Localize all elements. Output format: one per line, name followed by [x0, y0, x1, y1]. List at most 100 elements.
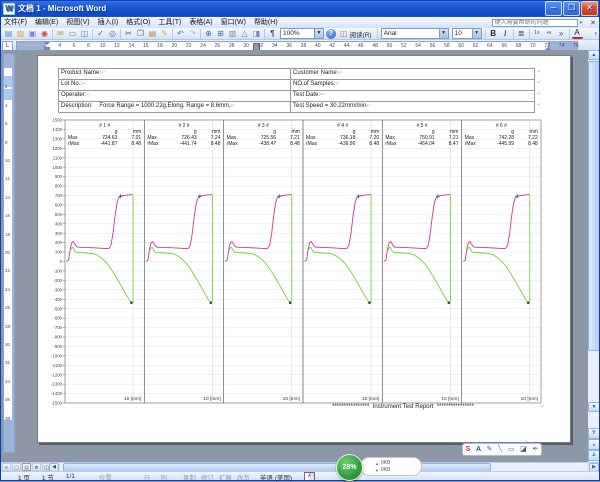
font-size-combobox[interactable]: 10 ▼	[452, 28, 482, 39]
menu-item-insert[interactable]: 插入(I)	[94, 17, 123, 28]
close-button[interactable]: ✕	[581, 1, 598, 16]
document-map-icon[interactable]: ◨	[251, 28, 262, 39]
table-cell-left[interactable]: Description: Force Range = 1000.22g,Elon…	[58, 102, 290, 112]
indent-icon[interactable]: »	[556, 28, 567, 39]
stamp-s-icon[interactable]: S	[466, 445, 471, 454]
eraser-icon[interactable]: ◪	[520, 445, 527, 454]
vruler-number: 16	[5, 213, 10, 218]
next-page-icon[interactable]: ⇊	[588, 450, 600, 461]
usage-percent-badge[interactable]: 28%	[336, 454, 363, 481]
ext-toggle[interactable]: 扩展	[219, 472, 232, 482]
line-icon[interactable]: ╲	[498, 445, 502, 454]
trk-toggle[interactable]: 修订	[201, 472, 214, 482]
chevron-down-icon[interactable]: ▼	[472, 29, 481, 38]
vertical-scroll-thumb[interactable]	[588, 61, 600, 351]
bold-icon[interactable]: B	[488, 28, 499, 39]
svg-text:8.47: 8.47	[449, 141, 459, 147]
menu-item-file[interactable]: 文件(F)	[0, 17, 31, 28]
table-cell-left[interactable]: Lot No.:↵	[58, 80, 290, 90]
table-cell-left[interactable]: Operater:↵	[58, 91, 290, 101]
help-question-input[interactable]	[492, 19, 578, 27]
save-icon[interactable]: ▣	[27, 28, 38, 39]
menu-item-window[interactable]: 窗口(W)	[217, 17, 250, 28]
test-curves-chart[interactable]: 1500140013001200110010009008007006005004…	[38, 112, 544, 413]
align-icon[interactable]: ≣	[516, 28, 527, 39]
numbered-list-icon[interactable]: 1≡	[532, 28, 543, 39]
reading-mode-button[interactable]: ◫ 阅读(R)	[337, 28, 375, 39]
menu-item-tools[interactable]: 工具(T)	[154, 17, 185, 28]
spelling-icon[interactable]: ✓	[95, 28, 106, 39]
undo-icon[interactable]: ↶	[175, 28, 186, 39]
chevron-down-icon[interactable]: ▼	[439, 29, 448, 38]
copy-icon[interactable]: ❐	[135, 28, 146, 39]
table-cell-right[interactable]: Test Speed = 30.22mm/min↵	[290, 102, 535, 112]
svg-text:800: 800	[55, 184, 63, 189]
network-monitor-overlay[interactable]: ▲ 0KB ▼ 0KB 28%	[336, 454, 432, 481]
research-icon[interactable]: ◎	[107, 28, 118, 39]
font-color-icon[interactable]: A	[572, 28, 583, 39]
document-close-icon[interactable]: ✕	[584, 19, 600, 27]
hyperlink-icon[interactable]: ⊕	[203, 28, 214, 39]
document-page[interactable]: Product Name:↵Customer Name:↵Lot No.:↵NO…	[37, 55, 571, 443]
view-button-print-layout-view[interactable]: ▤	[22, 463, 31, 471]
bullet-list-icon[interactable]: •≡	[544, 28, 555, 39]
vruler-number: 38	[5, 416, 10, 421]
scroll-down-icon[interactable]: ▼	[588, 402, 600, 412]
permission-icon[interactable]: ◉	[39, 28, 50, 39]
svg-text:# 6 #: # 6 #	[496, 123, 507, 129]
window-title: 文档 1 - Microsoft Word	[18, 3, 106, 14]
view-button-web-layout-view[interactable]: ▢	[12, 463, 21, 471]
paste-icon[interactable]: ▤	[147, 28, 158, 39]
ink-pen-icon[interactable]: ✒	[532, 445, 538, 454]
select-browse-object-icon[interactable]: ●	[588, 439, 600, 450]
cut-icon[interactable]: ✂	[123, 28, 134, 39]
ovr-toggle[interactable]: 改写	[237, 472, 250, 482]
new-document-icon[interactable]: ▤	[3, 28, 14, 39]
font-name-combobox[interactable]: Arial ▼	[381, 28, 449, 39]
table-cell-left[interactable]: Product Name:↵	[58, 69, 290, 79]
ruler-number: 48	[372, 43, 378, 49]
spelling-status-icon[interactable]: ✗	[304, 472, 315, 481]
ruler-number: 60	[458, 43, 464, 49]
menu-item-table[interactable]: 表格(A)	[185, 17, 216, 28]
report-footer-text[interactable]: **************** Instrument Test Report …	[283, 404, 523, 410]
show-marks-icon[interactable]: ¶	[267, 28, 278, 39]
redo-icon[interactable]: ↷	[187, 28, 198, 39]
help-icon[interactable]: ?	[326, 29, 336, 39]
scroll-up-icon[interactable]: ▲	[588, 50, 600, 60]
row-end-mark: ↵	[537, 80, 541, 86]
view-button-normal-view[interactable]: ≡	[2, 463, 11, 471]
restore-button[interactable]: ❐	[563, 1, 580, 16]
format-painter-icon[interactable]: ✎	[159, 28, 170, 39]
mail-icon[interactable]: ✉	[55, 28, 66, 39]
table-cell-right[interactable]: Test Date:↵	[290, 91, 535, 101]
view-button-outline-view[interactable]: ≣	[32, 463, 41, 471]
open-folder-icon[interactable]: ▨	[15, 28, 26, 39]
rectangle-icon[interactable]: ▭	[508, 445, 515, 454]
print-icon[interactable]: ▭	[67, 28, 78, 39]
svg-text:-500: -500	[53, 306, 62, 311]
insert-table-icon[interactable]: ⊞	[215, 28, 226, 39]
previous-page-icon[interactable]: ⇈	[588, 428, 600, 439]
drawing-icon[interactable]: △	[239, 28, 250, 39]
minimize-button[interactable]: ─	[545, 1, 562, 16]
pen-icon[interactable]: ✎	[487, 445, 493, 454]
menu-item-edit[interactable]: 编辑(E)	[31, 17, 62, 28]
letter-a-icon[interactable]: A	[476, 445, 481, 454]
menu-item-help[interactable]: 帮助(H)	[250, 17, 282, 28]
zoom-combobox[interactable]: 100% ▼	[280, 28, 324, 39]
italic-icon[interactable]: I	[500, 28, 511, 39]
language-indicator[interactable]: 英语 (美国)	[260, 472, 292, 482]
toolbar-options-icon[interactable]: ▾	[594, 31, 600, 37]
vertical-scrollbar[interactable]: ▲ ▼ ⇈ ● ⇊	[588, 50, 600, 462]
vruler-number: 14	[5, 195, 10, 200]
print-preview-icon[interactable]: ◫	[79, 28, 90, 39]
table-cell-right[interactable]: NO.of Samples:↵	[290, 80, 535, 90]
toolbar-separator	[120, 29, 121, 39]
insert-columns-icon[interactable]: ▥	[227, 28, 238, 39]
menu-item-format[interactable]: 格式(O)	[122, 17, 154, 28]
table-cell-right[interactable]: Customer Name:↵	[290, 69, 535, 79]
chevron-down-icon[interactable]: ▼	[314, 29, 323, 38]
rec-toggle[interactable]: 录制	[183, 472, 196, 482]
menu-item-view[interactable]: 视图(V)	[62, 17, 93, 28]
